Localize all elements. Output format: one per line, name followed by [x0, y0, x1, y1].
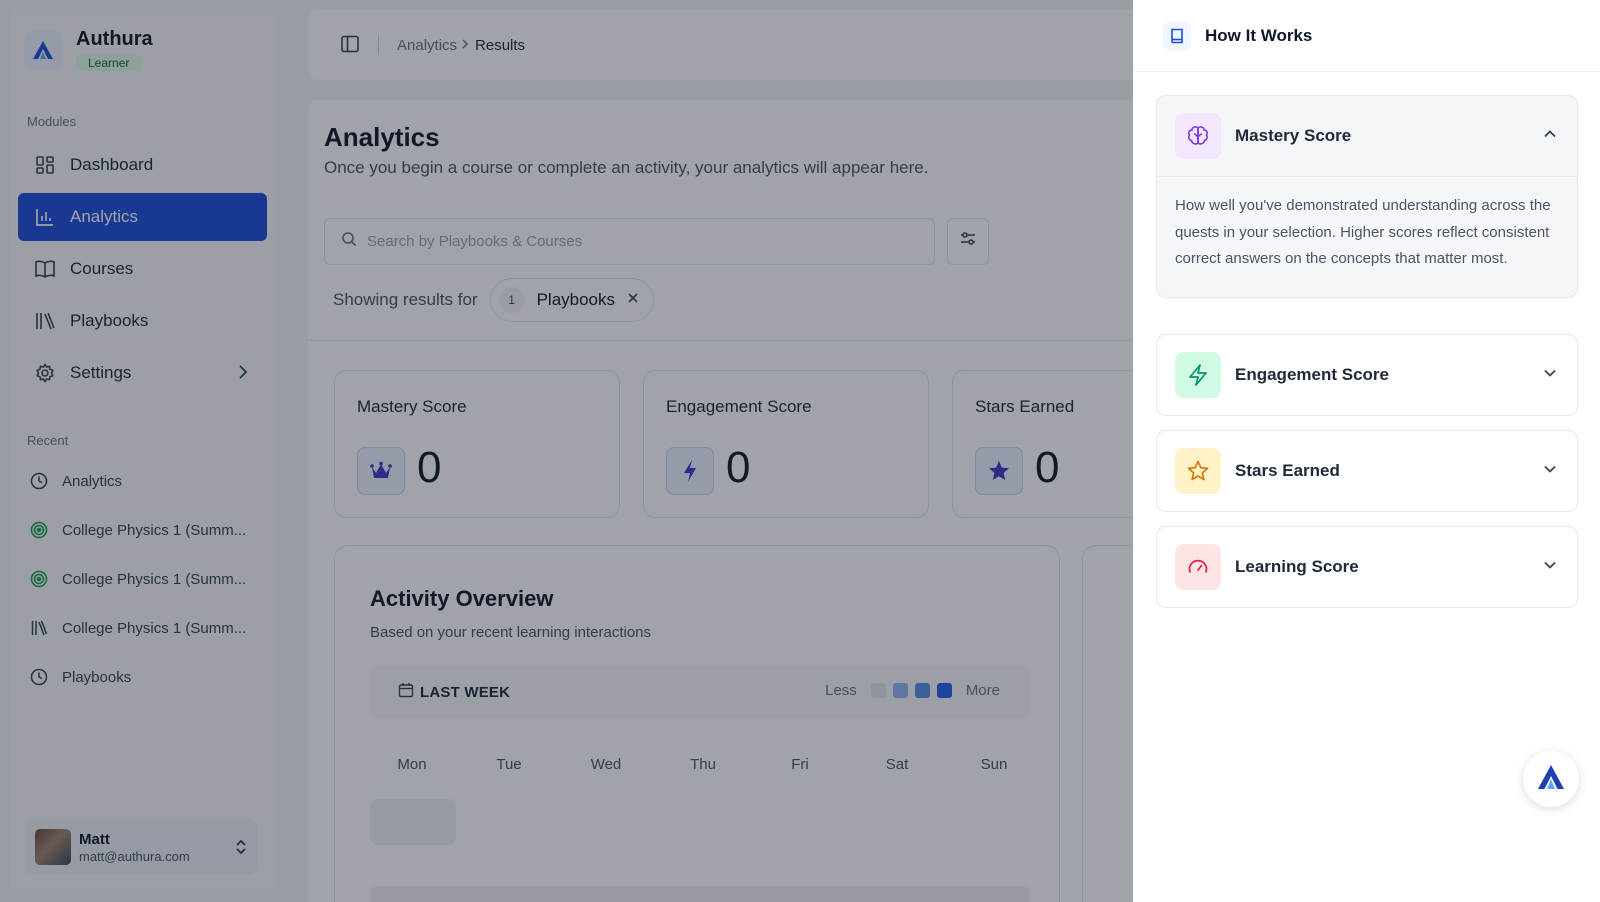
accordion-mastery-score: Mastery Score How well you've demonstrat… — [1156, 95, 1578, 298]
accordion-learning-score: Learning Score — [1156, 526, 1578, 608]
book-icon — [1163, 21, 1191, 50]
chevron-down-icon — [1543, 365, 1557, 383]
accordion-title: Mastery Score — [1235, 126, 1352, 145]
accordion-body: How well you've demonstrated understandi… — [1157, 176, 1577, 297]
brain-icon — [1175, 113, 1221, 159]
accordion-header[interactable]: Stars Earned — [1157, 431, 1577, 511]
lightning-icon — [1175, 352, 1221, 398]
chevron-down-icon — [1543, 557, 1557, 575]
authura-logo-icon — [1537, 764, 1565, 795]
accordion-header[interactable]: Mastery Score — [1157, 96, 1577, 176]
accordion-title: Stars Earned — [1235, 461, 1340, 480]
accordion-engagement-score: Engagement Score — [1156, 334, 1578, 416]
accordion-header[interactable]: Learning Score — [1157, 527, 1577, 607]
accordion-title: Engagement Score — [1235, 365, 1389, 384]
star-icon — [1175, 448, 1221, 494]
drawer-header: How It Works — [1133, 0, 1600, 72]
modal-backdrop[interactable] — [0, 0, 1133, 902]
chevron-up-icon — [1543, 126, 1557, 144]
accordion-title: Learning Score — [1235, 557, 1359, 576]
drawer-title: How It Works — [1205, 25, 1313, 45]
accordion-header[interactable]: Engagement Score — [1157, 335, 1577, 415]
assistant-button[interactable] — [1523, 751, 1579, 807]
chevron-down-icon — [1543, 461, 1557, 479]
accordion-stars-earned: Stars Earned — [1156, 430, 1578, 512]
gauge-icon — [1175, 544, 1221, 590]
